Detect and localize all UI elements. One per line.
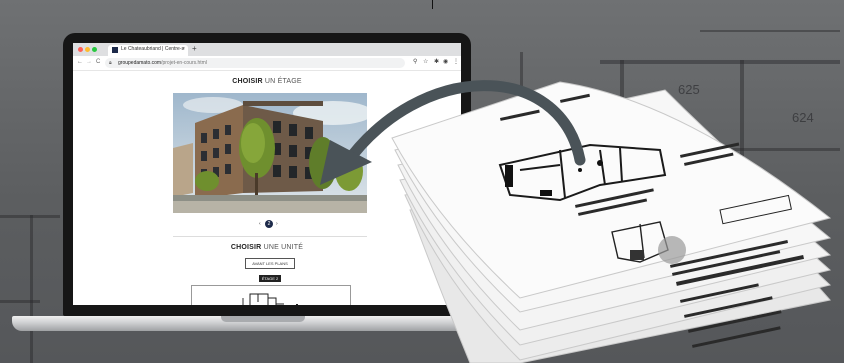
curved-arrow	[320, 80, 586, 185]
